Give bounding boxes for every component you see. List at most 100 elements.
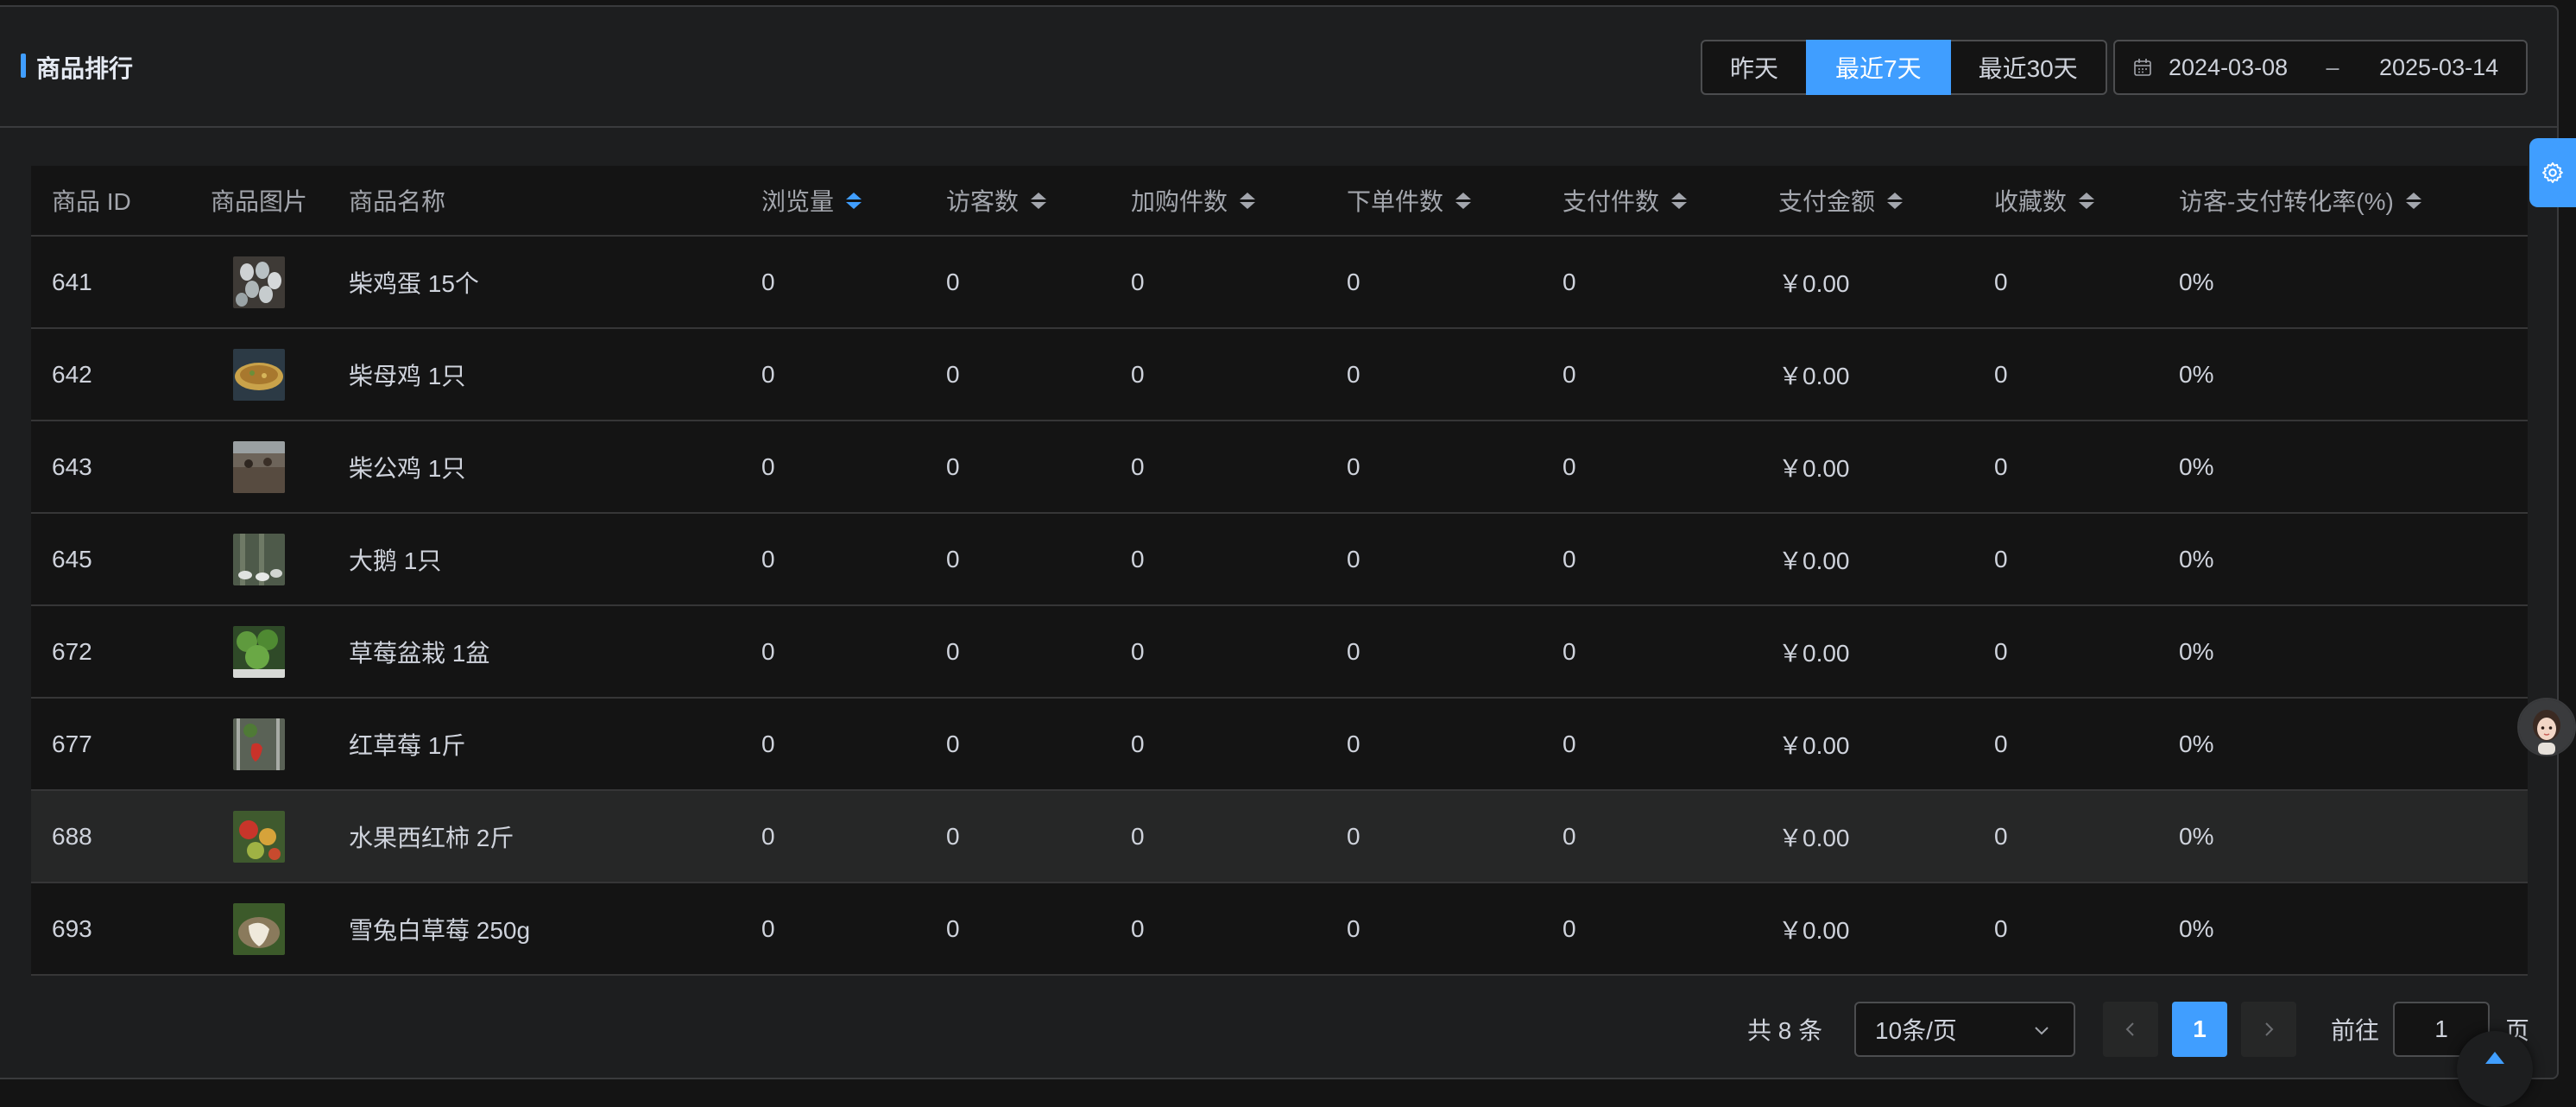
- sort-caret-icon[interactable]: [2405, 192, 2421, 209]
- date-start-input[interactable]: 2024-03-08: [2169, 54, 2307, 81]
- sort-caret-icon[interactable]: [846, 192, 862, 209]
- column-header-visitors[interactable]: 访客数: [925, 183, 1110, 218]
- range-last-7-days-button[interactable]: 最近7天: [1806, 40, 1951, 95]
- amount-value: ￥0.00: [1778, 362, 1850, 389]
- table-row[interactable]: 641 柴鸡蛋 15个 0 0 0 0 0 ￥0.00 0 0%: [31, 237, 2528, 329]
- product-image-cell: [190, 440, 328, 493]
- amount-value: ￥0.00: [1778, 639, 1850, 667]
- back-to-top-button[interactable]: [2457, 1031, 2533, 1107]
- favorites-value: 0: [1994, 268, 2008, 295]
- visitors-value: 0: [946, 637, 960, 665]
- pagination-total: 共 8 条: [1747, 1017, 1823, 1044]
- column-header-favorites[interactable]: 收藏数: [1973, 183, 2158, 218]
- table-row[interactable]: 643 柴公鸡 1只 0 0 0 0 0 ￥0.00 0 0%: [31, 421, 2528, 514]
- table-row[interactable]: 642 柴母鸡 1只 0 0 0 0 0 ￥0.00 0 0%: [31, 329, 2528, 421]
- product-id: 693: [52, 914, 92, 942]
- title-accent-bar: [21, 54, 26, 78]
- table-row[interactable]: 688 水果西红柿 2斤 0 0 0 0 0 ￥0.00 0 0%: [31, 791, 2528, 883]
- favorites-value: 0: [1994, 360, 2008, 388]
- column-header-views[interactable]: 浏览量: [741, 183, 925, 218]
- amount-value: ￥0.00: [1778, 824, 1850, 851]
- cart-value: 0: [1131, 545, 1145, 572]
- card-header: 商品排行 昨天 最近7天 最近30天 2024-03-08 – 2025-03-…: [0, 7, 2557, 128]
- visitors-value: 0: [946, 360, 960, 388]
- sort-caret-icon[interactable]: [1455, 192, 1472, 209]
- table-row[interactable]: 645 大鹅 1只 0 0 0 0 0 ￥0.00 0 0%: [31, 514, 2528, 606]
- column-header-orders[interactable]: 下单件数: [1326, 183, 1542, 218]
- product-ranking-table: 商品 ID 商品图片 商品名称 浏览量 访客数 加购件数 下单件数 支付件数 支…: [31, 166, 2528, 976]
- sort-caret-icon[interactable]: [1887, 192, 1904, 209]
- product-image-cell: [190, 348, 328, 401]
- range-yesterday-button[interactable]: 昨天: [1701, 40, 1809, 95]
- conversion-value: 0%: [2179, 360, 2214, 388]
- date-range-picker[interactable]: 2024-03-08 – 2025-03-14: [2113, 40, 2528, 95]
- prev-page-button[interactable]: [2103, 1002, 2158, 1057]
- product-name[interactable]: 大鹅 1只: [328, 542, 741, 577]
- cart-value: 0: [1131, 360, 1145, 388]
- paid-value: 0: [1563, 360, 1576, 388]
- product-image-cell: [190, 533, 328, 585]
- favorites-value: 0: [1994, 452, 2008, 480]
- date-end-input[interactable]: 2025-03-14: [2379, 54, 2498, 81]
- page-size-value: 10条/页: [1875, 1017, 1957, 1044]
- product-id: 642: [52, 360, 92, 388]
- orders-value: 0: [1347, 545, 1361, 572]
- range-last-30-days-button[interactable]: 最近30天: [1948, 40, 2107, 95]
- product-id: 677: [52, 730, 92, 757]
- product-name[interactable]: 柴鸡蛋 15个: [328, 265, 741, 300]
- calendar-icon: [2134, 59, 2151, 76]
- next-page-button[interactable]: [2241, 1002, 2296, 1057]
- amount-value: ￥0.00: [1778, 547, 1850, 574]
- settings-drawer-button[interactable]: [2529, 138, 2576, 207]
- orders-value: 0: [1347, 268, 1361, 295]
- chevron-left-icon: [2125, 1022, 2134, 1036]
- red-strawberry-photo: [233, 718, 285, 770]
- favorites-value: 0: [1994, 730, 2008, 757]
- amount-value: ￥0.00: [1778, 454, 1850, 482]
- sort-caret-icon[interactable]: [1031, 192, 1047, 209]
- cart-value: 0: [1131, 452, 1145, 480]
- page-size-select[interactable]: 10条/页: [1854, 1002, 2075, 1057]
- gear-icon: [2541, 161, 2563, 184]
- views-value: 0: [761, 730, 775, 757]
- product-name[interactable]: 草莓盆栽 1盆: [328, 635, 741, 669]
- orders-value: 0: [1347, 637, 1361, 665]
- column-header-cart[interactable]: 加购件数: [1110, 183, 1326, 218]
- product-name[interactable]: 柴母鸡 1只: [328, 357, 741, 392]
- cart-value: 0: [1131, 268, 1145, 295]
- product-name[interactable]: 雪兔白草莓 250g: [328, 912, 741, 946]
- tomato-photo: [233, 810, 285, 863]
- table-row[interactable]: 693 雪兔白草莓 250g 0 0 0 0 0 ￥0.00 0 0%: [31, 883, 2528, 976]
- table-row[interactable]: 672 草莓盆栽 1盆 0 0 0 0 0 ￥0.00 0 0%: [31, 606, 2528, 699]
- favorites-value: 0: [1994, 914, 2008, 942]
- product-name[interactable]: 柴公鸡 1只: [328, 450, 741, 484]
- views-value: 0: [761, 360, 775, 388]
- table-header-row: 商品 ID 商品图片 商品名称 浏览量 访客数 加购件数 下单件数 支付件数 支…: [31, 166, 2528, 237]
- sort-caret-icon[interactable]: [1240, 192, 1256, 209]
- sort-caret-icon[interactable]: [1671, 192, 1688, 209]
- product-image-cell: [190, 256, 328, 308]
- column-header-id: 商品 ID: [52, 188, 131, 215]
- table-row[interactable]: 677 红草莓 1斤 0 0 0 0 0 ￥0.00 0 0%: [31, 699, 2528, 791]
- column-header-image: 商品图片: [211, 188, 308, 215]
- favorites-value: 0: [1994, 637, 2008, 665]
- column-header-amount[interactable]: 支付金额: [1758, 183, 1973, 218]
- product-name[interactable]: 水果西红柿 2斤: [328, 819, 741, 854]
- sort-caret-icon[interactable]: [2079, 192, 2095, 209]
- date-range-tabs: 昨天 最近7天 最近30天: [1701, 40, 2107, 95]
- rooster-farm-photo: [233, 440, 285, 493]
- product-name[interactable]: 红草莓 1斤: [328, 727, 741, 762]
- views-value: 0: [761, 268, 775, 295]
- chevron-right-icon: [2265, 1022, 2274, 1036]
- eggs-photo: [233, 256, 285, 308]
- product-id: 672: [52, 637, 92, 665]
- product-id: 688: [52, 822, 92, 850]
- hen-dish-photo: [233, 348, 285, 401]
- page-number-button[interactable]: 1: [2172, 1002, 2227, 1057]
- column-header-paid[interactable]: 支付件数: [1542, 183, 1758, 218]
- column-header-conversion[interactable]: 访客-支付转化率(%): [2158, 183, 2528, 218]
- card-title: 商品排行: [36, 55, 134, 82]
- amount-value: ￥0.00: [1778, 269, 1850, 297]
- assistant-avatar[interactable]: [2517, 698, 2576, 756]
- paid-value: 0: [1563, 822, 1576, 850]
